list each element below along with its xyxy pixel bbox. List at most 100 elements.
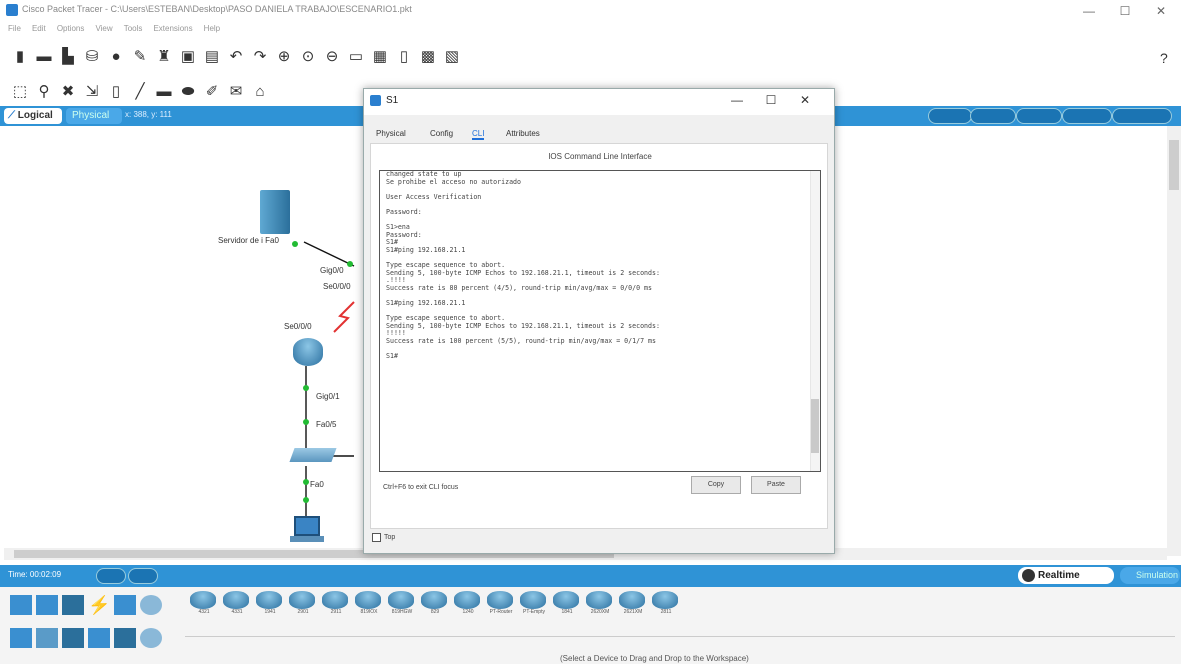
maximize-icon[interactable]: ☐ <box>1107 2 1143 20</box>
cli-terminal[interactable]: changed state to up Se prohibe el acceso … <box>379 170 821 472</box>
set-tiled-background-button[interactable] <box>1062 108 1112 124</box>
end-devices-icon[interactable] <box>36 595 58 615</box>
routers-icon[interactable] <box>10 628 32 648</box>
draw-line-icon[interactable]: ╱ <box>130 81 150 101</box>
resize-icon[interactable]: ⇲ <box>82 81 102 101</box>
device-model-item[interactable]: 1240 <box>454 591 482 623</box>
copy-icon[interactable]: ▣ <box>178 46 198 66</box>
redo-icon[interactable]: ↷ <box>250 46 270 66</box>
custom-icons-icon[interactable]: ▦ <box>370 46 390 66</box>
copy-button[interactable]: Copy <box>691 476 741 494</box>
simulation-button[interactable]: Simulation <box>1120 567 1180 584</box>
device-model-item[interactable]: 2620XM <box>586 591 614 623</box>
terminal-scroll-thumb[interactable] <box>811 399 819 453</box>
switches-icon[interactable] <box>36 628 58 648</box>
add-pdu-icon[interactable]: ✉ <box>226 81 246 101</box>
tab-physical-device[interactable]: Physical <box>376 129 406 138</box>
menu-help[interactable]: Help <box>204 22 220 36</box>
freeform-icon[interactable]: ✐ <box>202 81 222 101</box>
wan-emulation-icon[interactable] <box>140 628 162 648</box>
zoom-reset-icon[interactable]: ⊙ <box>298 46 318 66</box>
custom-device-icon[interactable]: ♜ <box>154 46 174 66</box>
help-icon[interactable]: ? <box>1160 50 1168 66</box>
save-icon[interactable]: ▙ <box>58 46 78 66</box>
device-model-item[interactable]: PT-Empty <box>520 591 548 623</box>
cli-close-icon[interactable]: ✕ <box>790 93 820 107</box>
fast-forward-button[interactable] <box>128 568 158 584</box>
device-model-item[interactable]: 819IOX <box>355 591 383 623</box>
menu-extensions[interactable]: Extensions <box>153 22 192 36</box>
router-icon[interactable] <box>293 338 323 366</box>
power-cycle-button[interactable] <box>96 568 126 584</box>
device-model-item[interactable]: PT-Router <box>487 591 515 623</box>
multiuser-icon[interactable] <box>140 595 162 615</box>
inspect-icon[interactable]: ⚲ <box>34 81 54 101</box>
device-model-item[interactable]: 1941 <box>256 591 284 623</box>
device-model-item[interactable]: 2621XM <box>619 591 647 623</box>
server-icon[interactable] <box>260 190 290 234</box>
web-view-icon[interactable]: ▧ <box>442 46 462 66</box>
rectangle-icon[interactable]: ▬ <box>154 81 174 101</box>
wireless-icon[interactable] <box>88 628 110 648</box>
device-model-item[interactable]: 4331 <box>223 591 251 623</box>
top-checkbox-box[interactable] <box>372 533 381 542</box>
menu-tools[interactable]: Tools <box>124 22 143 36</box>
menu-view[interactable]: View <box>95 22 112 36</box>
device-model-item[interactable]: 4321 <box>190 591 218 623</box>
device-model-label: 1240 <box>462 609 474 615</box>
device-model-item[interactable]: 2901 <box>289 591 317 623</box>
paste-button[interactable]: Paste <box>751 476 801 494</box>
security-icon[interactable] <box>114 628 136 648</box>
zoom-in-icon[interactable]: ⊕ <box>274 46 294 66</box>
top-checkbox[interactable]: Top <box>372 533 395 542</box>
new-cluster-button[interactable] <box>970 108 1016 124</box>
network-devices-icon[interactable] <box>10 595 32 615</box>
device-model-item[interactable]: 2811 <box>652 591 680 623</box>
open-folder-icon[interactable]: ▬ <box>34 46 54 66</box>
device-model-item[interactable]: 829 <box>421 591 449 623</box>
tab-logical[interactable]: ⟋ Logical <box>4 108 62 124</box>
components-icon[interactable] <box>62 595 84 615</box>
misc-icon[interactable] <box>114 595 136 615</box>
close-icon[interactable]: ✕ <box>1143 2 1179 20</box>
viewport-button[interactable] <box>1112 108 1172 124</box>
drawing-palette-icon[interactable]: ▭ <box>346 46 366 66</box>
connections-icon[interactable]: ⚡ <box>88 595 110 615</box>
workspace-vertical-scrollbar[interactable] <box>1167 126 1181 556</box>
menu-edit[interactable]: Edit <box>32 22 46 36</box>
root-button[interactable] <box>928 108 972 124</box>
complex-pdu-icon[interactable]: ⌂ <box>250 81 270 101</box>
new-file-icon[interactable]: ▮ <box>10 46 30 66</box>
select-icon[interactable]: ⬚ <box>10 81 30 101</box>
tab-physical[interactable]: Physical <box>66 108 122 124</box>
menu-options[interactable]: Options <box>57 22 85 36</box>
undo-icon[interactable]: ↶ <box>226 46 246 66</box>
device-model-item[interactable]: 819HGW <box>388 591 416 623</box>
ipc-icon[interactable]: ▩ <box>418 46 438 66</box>
device-model-item[interactable]: 2911 <box>322 591 350 623</box>
activity-wizard-icon[interactable]: ● <box>106 46 126 66</box>
delete-icon[interactable]: ✖ <box>58 81 78 101</box>
viewport-icon[interactable]: ▯ <box>394 46 414 66</box>
cli-minimize-icon[interactable]: — <box>722 93 752 107</box>
print-icon[interactable]: ⛁ <box>82 46 102 66</box>
paste-icon[interactable]: ▤ <box>202 46 222 66</box>
tab-attributes[interactable]: Attributes <box>506 129 540 138</box>
tab-cli[interactable]: CLI <box>472 129 485 140</box>
ellipse-icon[interactable]: ⬬ <box>178 81 198 101</box>
move-object-button[interactable] <box>1016 108 1062 124</box>
tab-config[interactable]: Config <box>430 129 453 138</box>
vertical-scroll-thumb[interactable] <box>1169 140 1179 190</box>
device-model-label: 1941 <box>264 609 276 615</box>
hubs-icon[interactable] <box>62 628 84 648</box>
zoom-out-icon[interactable]: ⊖ <box>322 46 342 66</box>
menu-file[interactable]: File <box>8 22 21 36</box>
cli-maximize-icon[interactable]: ☐ <box>756 93 786 107</box>
switch-icon[interactable] <box>289 448 337 462</box>
minimize-icon[interactable]: — <box>1071 2 1107 20</box>
device-model-item[interactable]: 1841 <box>553 591 581 623</box>
realtime-button[interactable]: Realtime <box>1018 567 1114 584</box>
pc-icon[interactable] <box>294 516 320 536</box>
note-icon[interactable]: ▯ <box>106 81 126 101</box>
network-info-icon[interactable]: ✎ <box>130 46 150 66</box>
